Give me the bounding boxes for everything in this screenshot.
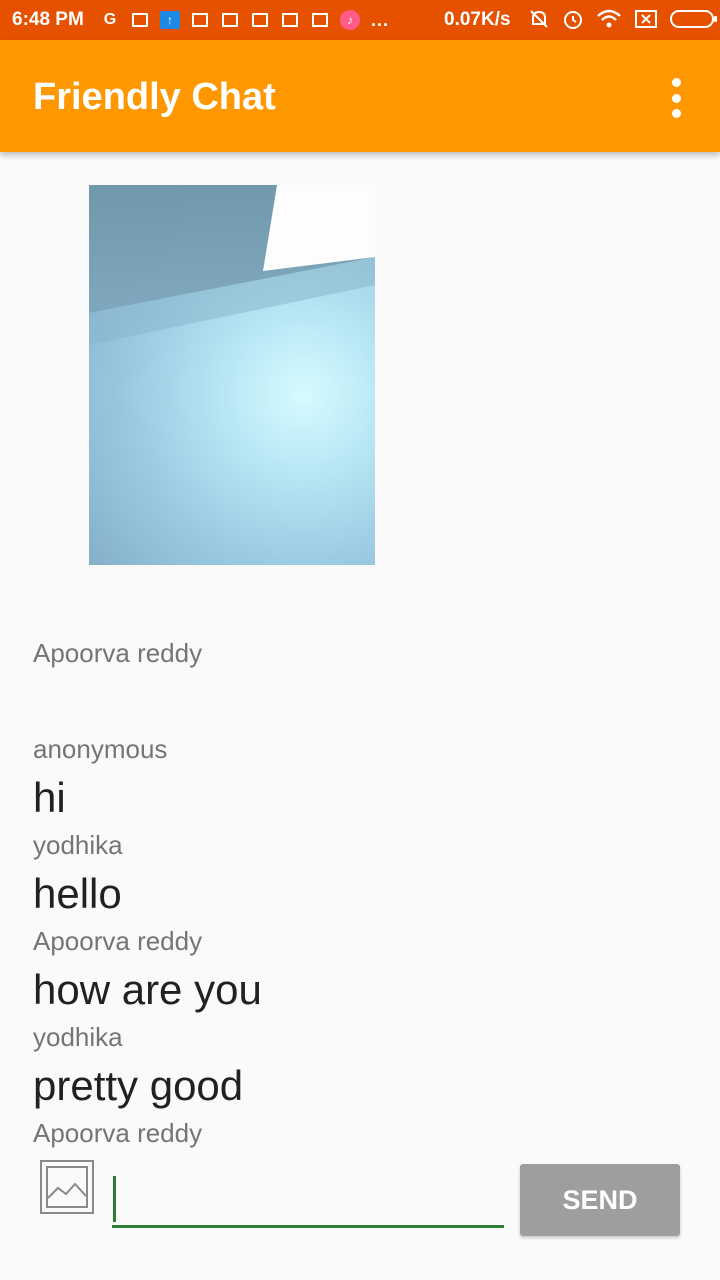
upload-icon: ↑ [160,11,180,29]
message-text: hi [33,774,66,821]
message-author: Apoorva reddy [33,926,203,956]
message-author: yodhika [33,1022,123,1052]
system-icons [528,8,717,30]
text-cursor [113,1176,116,1222]
gmail-icon [220,11,240,29]
message-text: how are you [33,966,262,1013]
send-button[interactable]: SEND [520,1164,680,1236]
photo-content [89,185,375,345]
status-time: 6:48 PM [12,9,84,30]
network-speed: 0.07K/s [444,9,511,30]
wifi-icon [597,9,621,28]
gmail-icon [250,11,270,29]
app-title: Friendly Chat [33,76,276,118]
image-icon [46,1166,88,1208]
message-author: Apoorva reddy [33,1118,203,1148]
add-image-button[interactable] [40,1160,94,1214]
message-author: yodhika [33,830,123,860]
google-icon: G [103,11,117,28]
mute-icon [530,10,548,28]
more-vert-icon[interactable] [660,78,692,118]
battery-icon [670,10,717,28]
message-author: Apoorva reddy [33,638,203,668]
message-image[interactable] [89,185,375,565]
more-notifications-icon: ... [370,9,389,30]
gmail-icon [280,11,300,29]
status-bar: 6:48 PM G ↑ ♪ ... 0.07K/s [0,0,720,40]
notification-icons: G ↑ ♪ ... [100,10,390,30]
gmail-icon [190,11,210,29]
gmail-icon [130,11,150,29]
music-icon: ♪ [340,10,360,30]
message-author: anonymous [33,734,168,764]
sim-icon [635,10,657,28]
message-text: hello [33,870,122,917]
app-bar: Friendly Chat [0,40,720,152]
alarm-icon [564,11,582,29]
gmail-icon [310,11,330,29]
message-text: pretty good [33,1062,244,1109]
message-input[interactable] [112,1172,504,1228]
